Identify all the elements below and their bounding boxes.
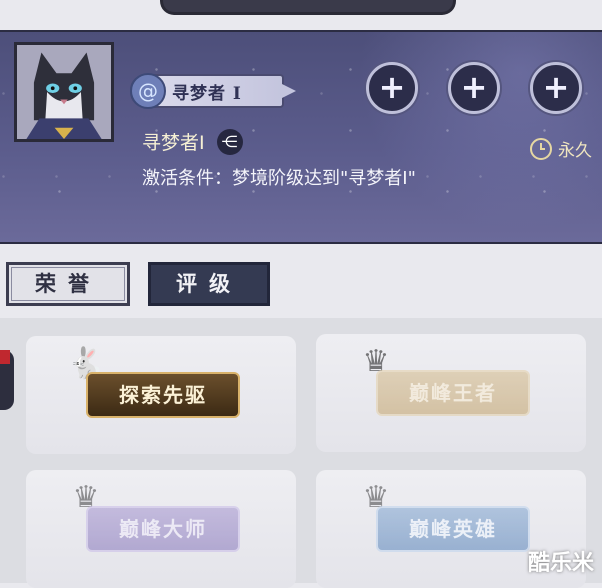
tab-honor[interactable]: 荣誉 bbox=[6, 262, 130, 306]
cat-avatar bbox=[14, 42, 114, 142]
watermark: 酷乐米 bbox=[527, 551, 594, 576]
title-plate: 探索先驱 bbox=[86, 372, 240, 418]
title-name-row: 寻梦者I ⋲ bbox=[142, 128, 243, 155]
title-badge: @ 寻梦者 I bbox=[130, 73, 296, 109]
title-plate: 巅峰王者 bbox=[376, 370, 530, 416]
title-tile-king[interactable]: ♛ 巅峰王者 bbox=[316, 334, 586, 452]
title-tile-explore[interactable]: 🐇 探索先驱 bbox=[26, 336, 296, 454]
add-slot-button[interactable]: + bbox=[366, 62, 418, 114]
clock-icon bbox=[530, 137, 552, 160]
title-plate: 巅峰英雄 bbox=[376, 506, 530, 552]
duration-text: 永久 bbox=[558, 141, 592, 161]
add-slot-button[interactable]: + bbox=[448, 62, 500, 114]
duration-indicator: 永久 bbox=[530, 136, 592, 161]
title-name: 寻梦者I bbox=[142, 132, 205, 154]
tab-rank[interactable]: 评级 bbox=[148, 262, 270, 306]
badge-text: 寻梦者 I bbox=[172, 84, 242, 104]
title-detail-card: @ 寻梦者 I + + + 寻梦者I ⋲ 激活条件：梦境阶级达到"寻梦者I" 永… bbox=[0, 30, 602, 244]
activation-condition: 激活条件：梦境阶级达到"寻梦者I" bbox=[142, 168, 416, 189]
top-header-tab bbox=[160, 0, 456, 15]
attribute-slots: + + + bbox=[366, 62, 582, 114]
title-tile-master[interactable]: ♛ 巅峰大师 bbox=[26, 470, 296, 588]
swirl-icon: @ bbox=[130, 73, 166, 109]
title-plate: 巅峰大师 bbox=[86, 506, 240, 552]
cat-portrait-icon bbox=[17, 45, 111, 139]
side-handle[interactable] bbox=[0, 350, 14, 410]
badge-tail bbox=[282, 84, 296, 98]
add-slot-button[interactable]: + bbox=[530, 62, 582, 114]
share-icon[interactable]: ⋲ bbox=[216, 128, 243, 155]
